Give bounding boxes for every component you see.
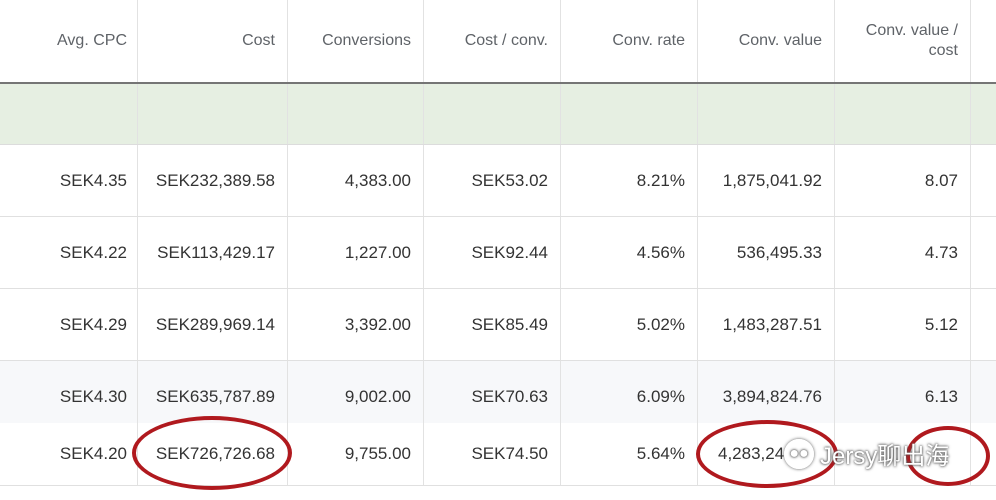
column-header-cost-per-conv[interactable]: Cost / conv. bbox=[424, 0, 561, 82]
table-cell bbox=[138, 84, 288, 144]
table-cell bbox=[698, 84, 835, 144]
table-cell bbox=[835, 84, 971, 144]
cell-avg-cpc: SEK4.29 bbox=[0, 289, 138, 360]
cell-conversions: 4,383.00 bbox=[288, 145, 424, 216]
table-row[interactable]: SEK4.35 SEK232,389.58 4,383.00 SEK53.02 … bbox=[0, 145, 996, 217]
table-cell bbox=[561, 84, 698, 144]
cell-cost: SEK113,429.17 bbox=[138, 217, 288, 288]
cell-cost: SEK289,969.14 bbox=[138, 289, 288, 360]
cell-conversions: 1,227.00 bbox=[288, 217, 424, 288]
cell-conv-rate: 5.02% bbox=[561, 289, 698, 360]
cell-conv-rate: 6.09% bbox=[561, 361, 698, 432]
cell-conv-rate: 8.21% bbox=[561, 145, 698, 216]
wechat-icon: ●● bbox=[784, 438, 814, 469]
column-header-conversions[interactable]: Conversions bbox=[288, 0, 424, 82]
table-cell bbox=[971, 289, 996, 360]
cell-conv-rate: 5.64% bbox=[561, 423, 698, 485]
report-table: Avg. CPC Cost Conversions Cost / conv. C… bbox=[0, 0, 996, 500]
cell-conversions: 9,002.00 bbox=[288, 361, 424, 432]
cell-conv-value: 1,875,041.92 bbox=[698, 145, 835, 216]
table-row[interactable]: SEK4.22 SEK113,429.17 1,227.00 SEK92.44 … bbox=[0, 217, 996, 289]
table-cell bbox=[0, 84, 138, 144]
cell-conv-rate: 4.56% bbox=[561, 217, 698, 288]
cell-avg-cpc: SEK4.35 bbox=[0, 145, 138, 216]
table-cell bbox=[971, 361, 996, 432]
cell-conversions: 9,755.00 bbox=[288, 423, 424, 485]
total-row bbox=[0, 84, 996, 145]
cell-conv-value-per-cost: 4.73 bbox=[835, 217, 971, 288]
cell-conversions: 3,392.00 bbox=[288, 289, 424, 360]
column-header-overflow bbox=[971, 0, 996, 82]
cell-cost-per-conv: SEK74.50 bbox=[424, 423, 561, 485]
cell-cost-per-conv: SEK92.44 bbox=[424, 217, 561, 288]
cell-cost: SEK232,389.58 bbox=[138, 145, 288, 216]
cell-cost-per-conv: SEK70.63 bbox=[424, 361, 561, 432]
cell-avg-cpc: SEK4.22 bbox=[0, 217, 138, 288]
column-header-conv-rate[interactable]: Conv. rate bbox=[561, 0, 698, 82]
cell-conv-value-per-cost: 8.07 bbox=[835, 145, 971, 216]
watermark: ●● Jersy聊出海 bbox=[784, 436, 949, 471]
column-header-cost[interactable]: Cost bbox=[138, 0, 288, 82]
cell-conv-value-per-cost: 6.13 bbox=[835, 361, 971, 432]
table-header: Avg. CPC Cost Conversions Cost / conv. C… bbox=[0, 0, 996, 84]
column-header-conv-value-per-cost[interactable]: Conv. value / cost bbox=[835, 0, 971, 82]
watermark-text: Jersy聊出海 bbox=[820, 443, 950, 470]
cell-conv-value: 536,495.33 bbox=[698, 217, 835, 288]
cell-cost-per-conv: SEK85.49 bbox=[424, 289, 561, 360]
cell-avg-cpc: SEK4.30 bbox=[0, 361, 138, 432]
table-cell bbox=[288, 84, 424, 144]
column-header-avg-cpc[interactable]: Avg. CPC bbox=[0, 0, 138, 82]
cell-cost-per-conv: SEK53.02 bbox=[424, 145, 561, 216]
table-cell bbox=[971, 84, 996, 144]
cell-avg-cpc: SEK4.20 bbox=[0, 423, 138, 485]
table-cell bbox=[971, 217, 996, 288]
highlight-circle-cost bbox=[132, 416, 292, 490]
table-cell bbox=[971, 145, 996, 216]
column-header-conv-value[interactable]: Conv. value bbox=[698, 0, 835, 82]
cell-conv-value-per-cost: 5.12 bbox=[835, 289, 971, 360]
table-cell bbox=[424, 84, 561, 144]
table-row[interactable]: SEK4.29 SEK289,969.14 3,392.00 SEK85.49 … bbox=[0, 289, 996, 361]
cell-conv-value: 1,483,287.51 bbox=[698, 289, 835, 360]
